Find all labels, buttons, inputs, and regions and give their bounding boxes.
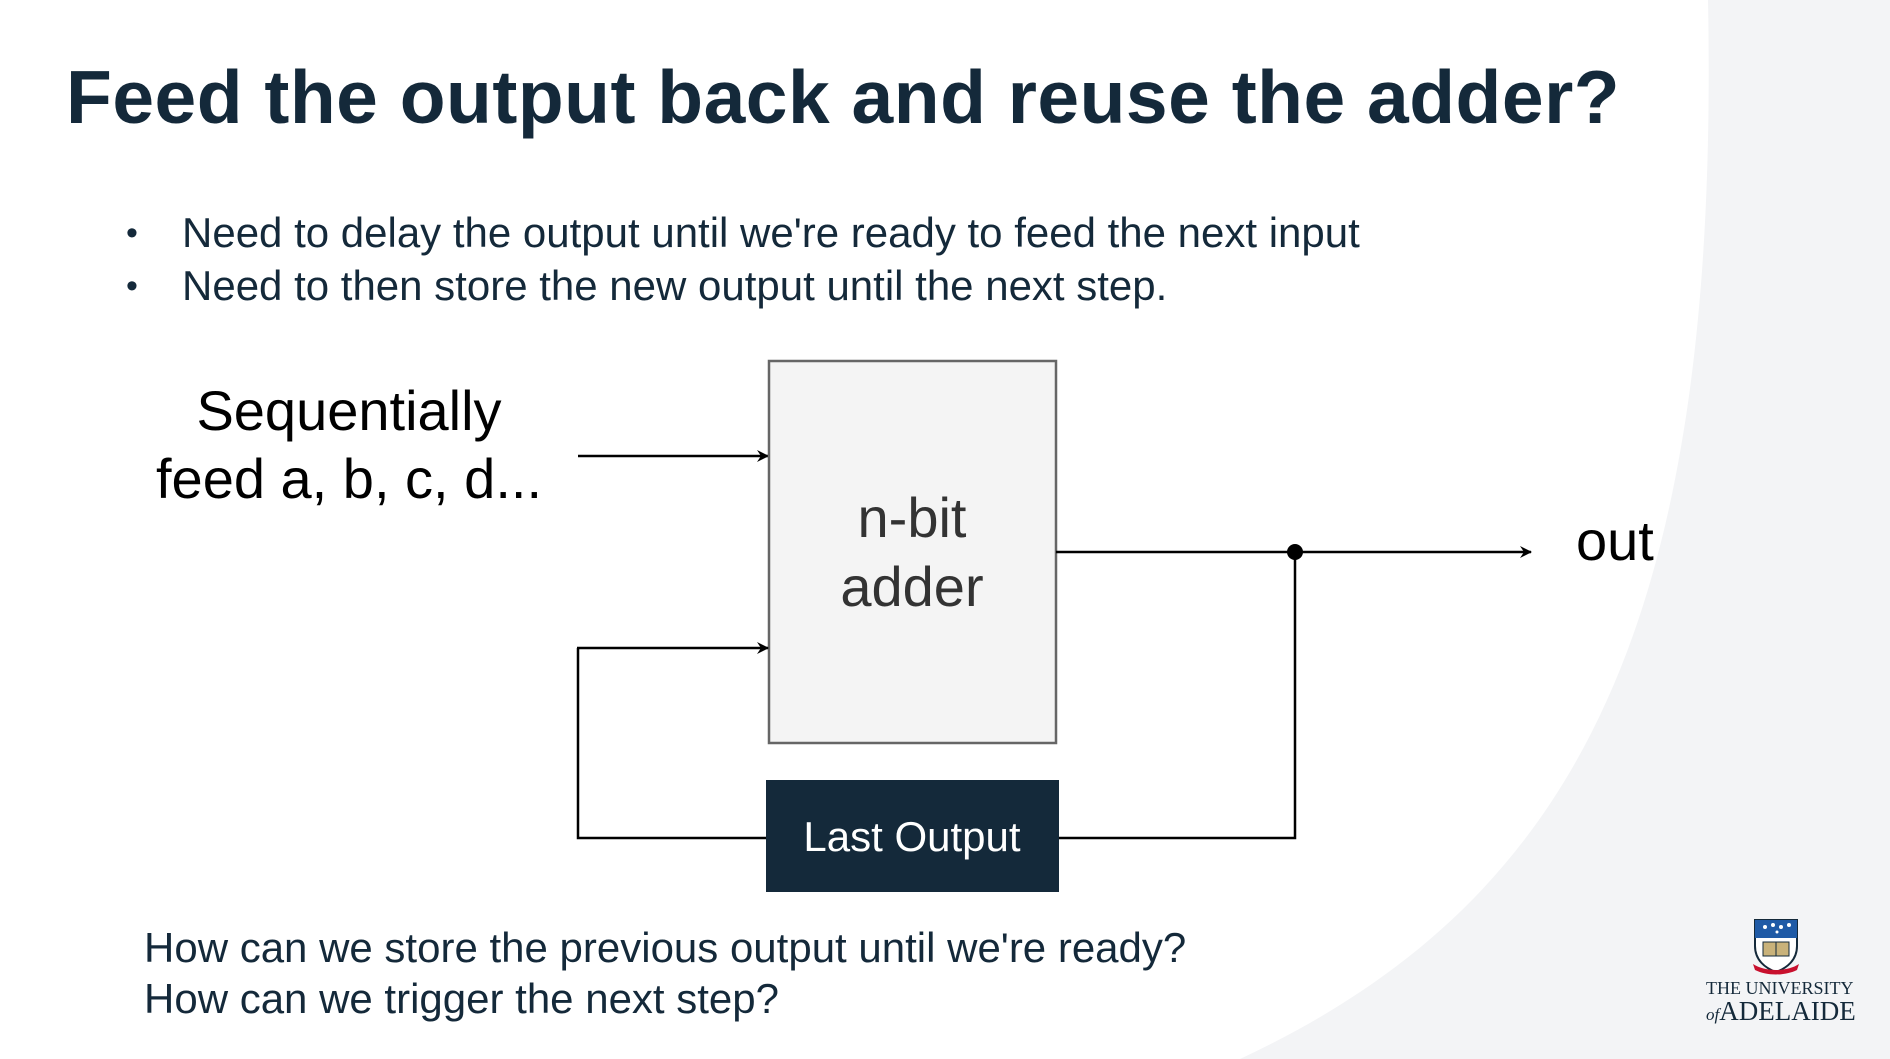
feedback-wire bbox=[576, 648, 766, 840]
register-label: Last Output bbox=[803, 813, 1020, 860]
questions: How can we store the previous output unt… bbox=[144, 922, 1186, 1024]
input-label: Sequentially bbox=[196, 379, 501, 442]
logo-text: ofADELAIDE bbox=[1706, 996, 1856, 1027]
crest-icon bbox=[1753, 919, 1799, 975]
question-text: How can we store the previous output unt… bbox=[144, 924, 1187, 971]
output-label: out bbox=[1576, 509, 1654, 572]
adder-feedback-diagram: Sequentially feed a, b, c, d... n-bit ad… bbox=[156, 359, 1654, 892]
adder-label: adder bbox=[840, 555, 983, 618]
feedback-wire bbox=[1059, 552, 1297, 840]
logo-text: ADELAIDE bbox=[1719, 996, 1856, 1026]
adder-block bbox=[767, 359, 1058, 745]
logo-text: of bbox=[1706, 1005, 1720, 1024]
slide: Feed the output back and reuse the adder… bbox=[0, 0, 1890, 1059]
input-label: feed a, b, c, d... bbox=[156, 447, 542, 510]
question-text: How can we trigger the next step? bbox=[144, 975, 780, 1022]
adder-label: n-bit bbox=[858, 486, 967, 549]
university-logo: THE UNIVERSITY ofADELAIDE bbox=[1706, 918, 1856, 1028]
